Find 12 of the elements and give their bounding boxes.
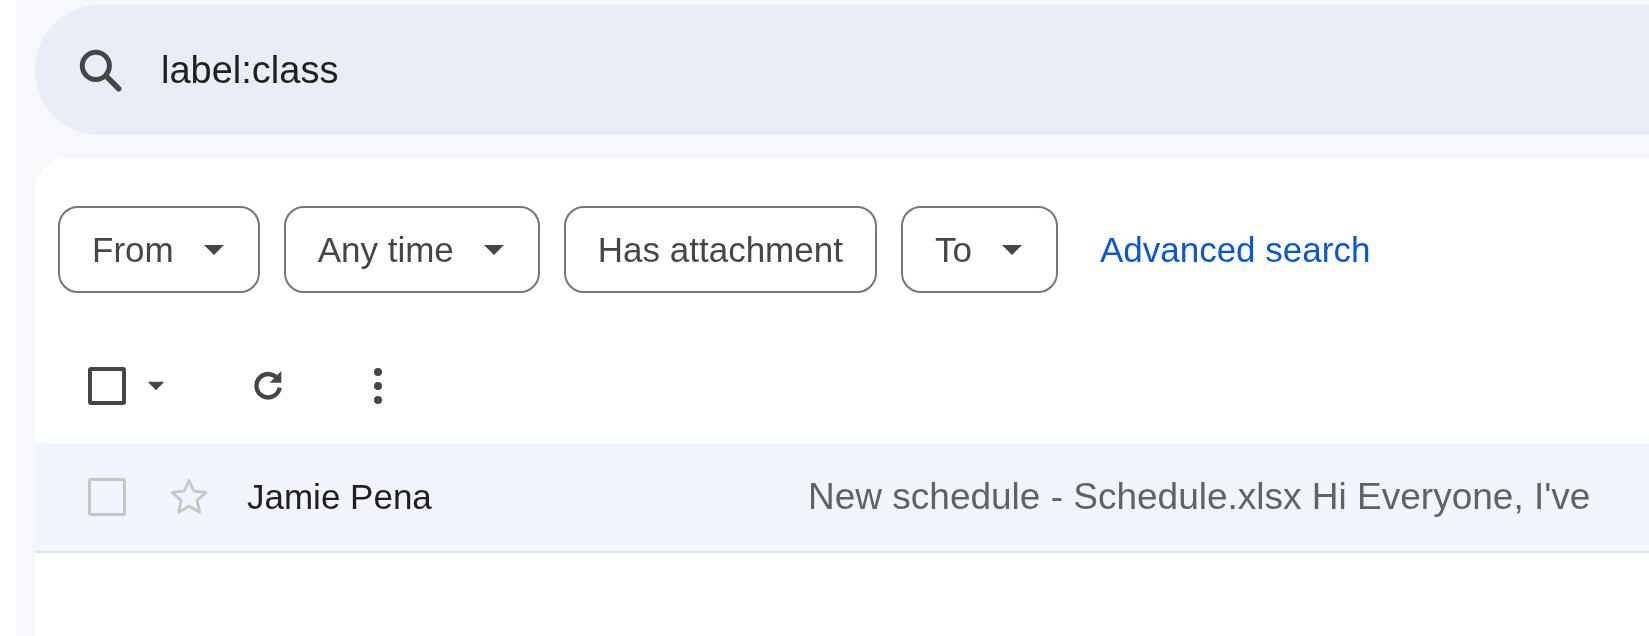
filter-chip[interactable]: From	[58, 206, 260, 293]
caret-icon	[146, 380, 166, 392]
filter-chip[interactable]: To	[900, 206, 1058, 293]
filter-chip[interactable]: Any time	[283, 206, 540, 293]
more-icon[interactable]	[372, 366, 384, 406]
sender-name: Jamie Pena	[247, 477, 433, 517]
checkbox[interactable]	[88, 367, 126, 405]
message-snippet: New schedule - Schedule.xlsx Hi Everyone, I've	[808, 476, 1591, 518]
search-field[interactable]: label:class	[161, 48, 761, 92]
message-row[interactable]: Jamie Pena New schedule - Schedule.xlsx Hi Everyone, I've	[35, 443, 1649, 553]
advanced-search-link[interactable]: Advanced search	[1099, 229, 1371, 270]
filter-chip[interactable]: Has attachment	[563, 206, 877, 293]
